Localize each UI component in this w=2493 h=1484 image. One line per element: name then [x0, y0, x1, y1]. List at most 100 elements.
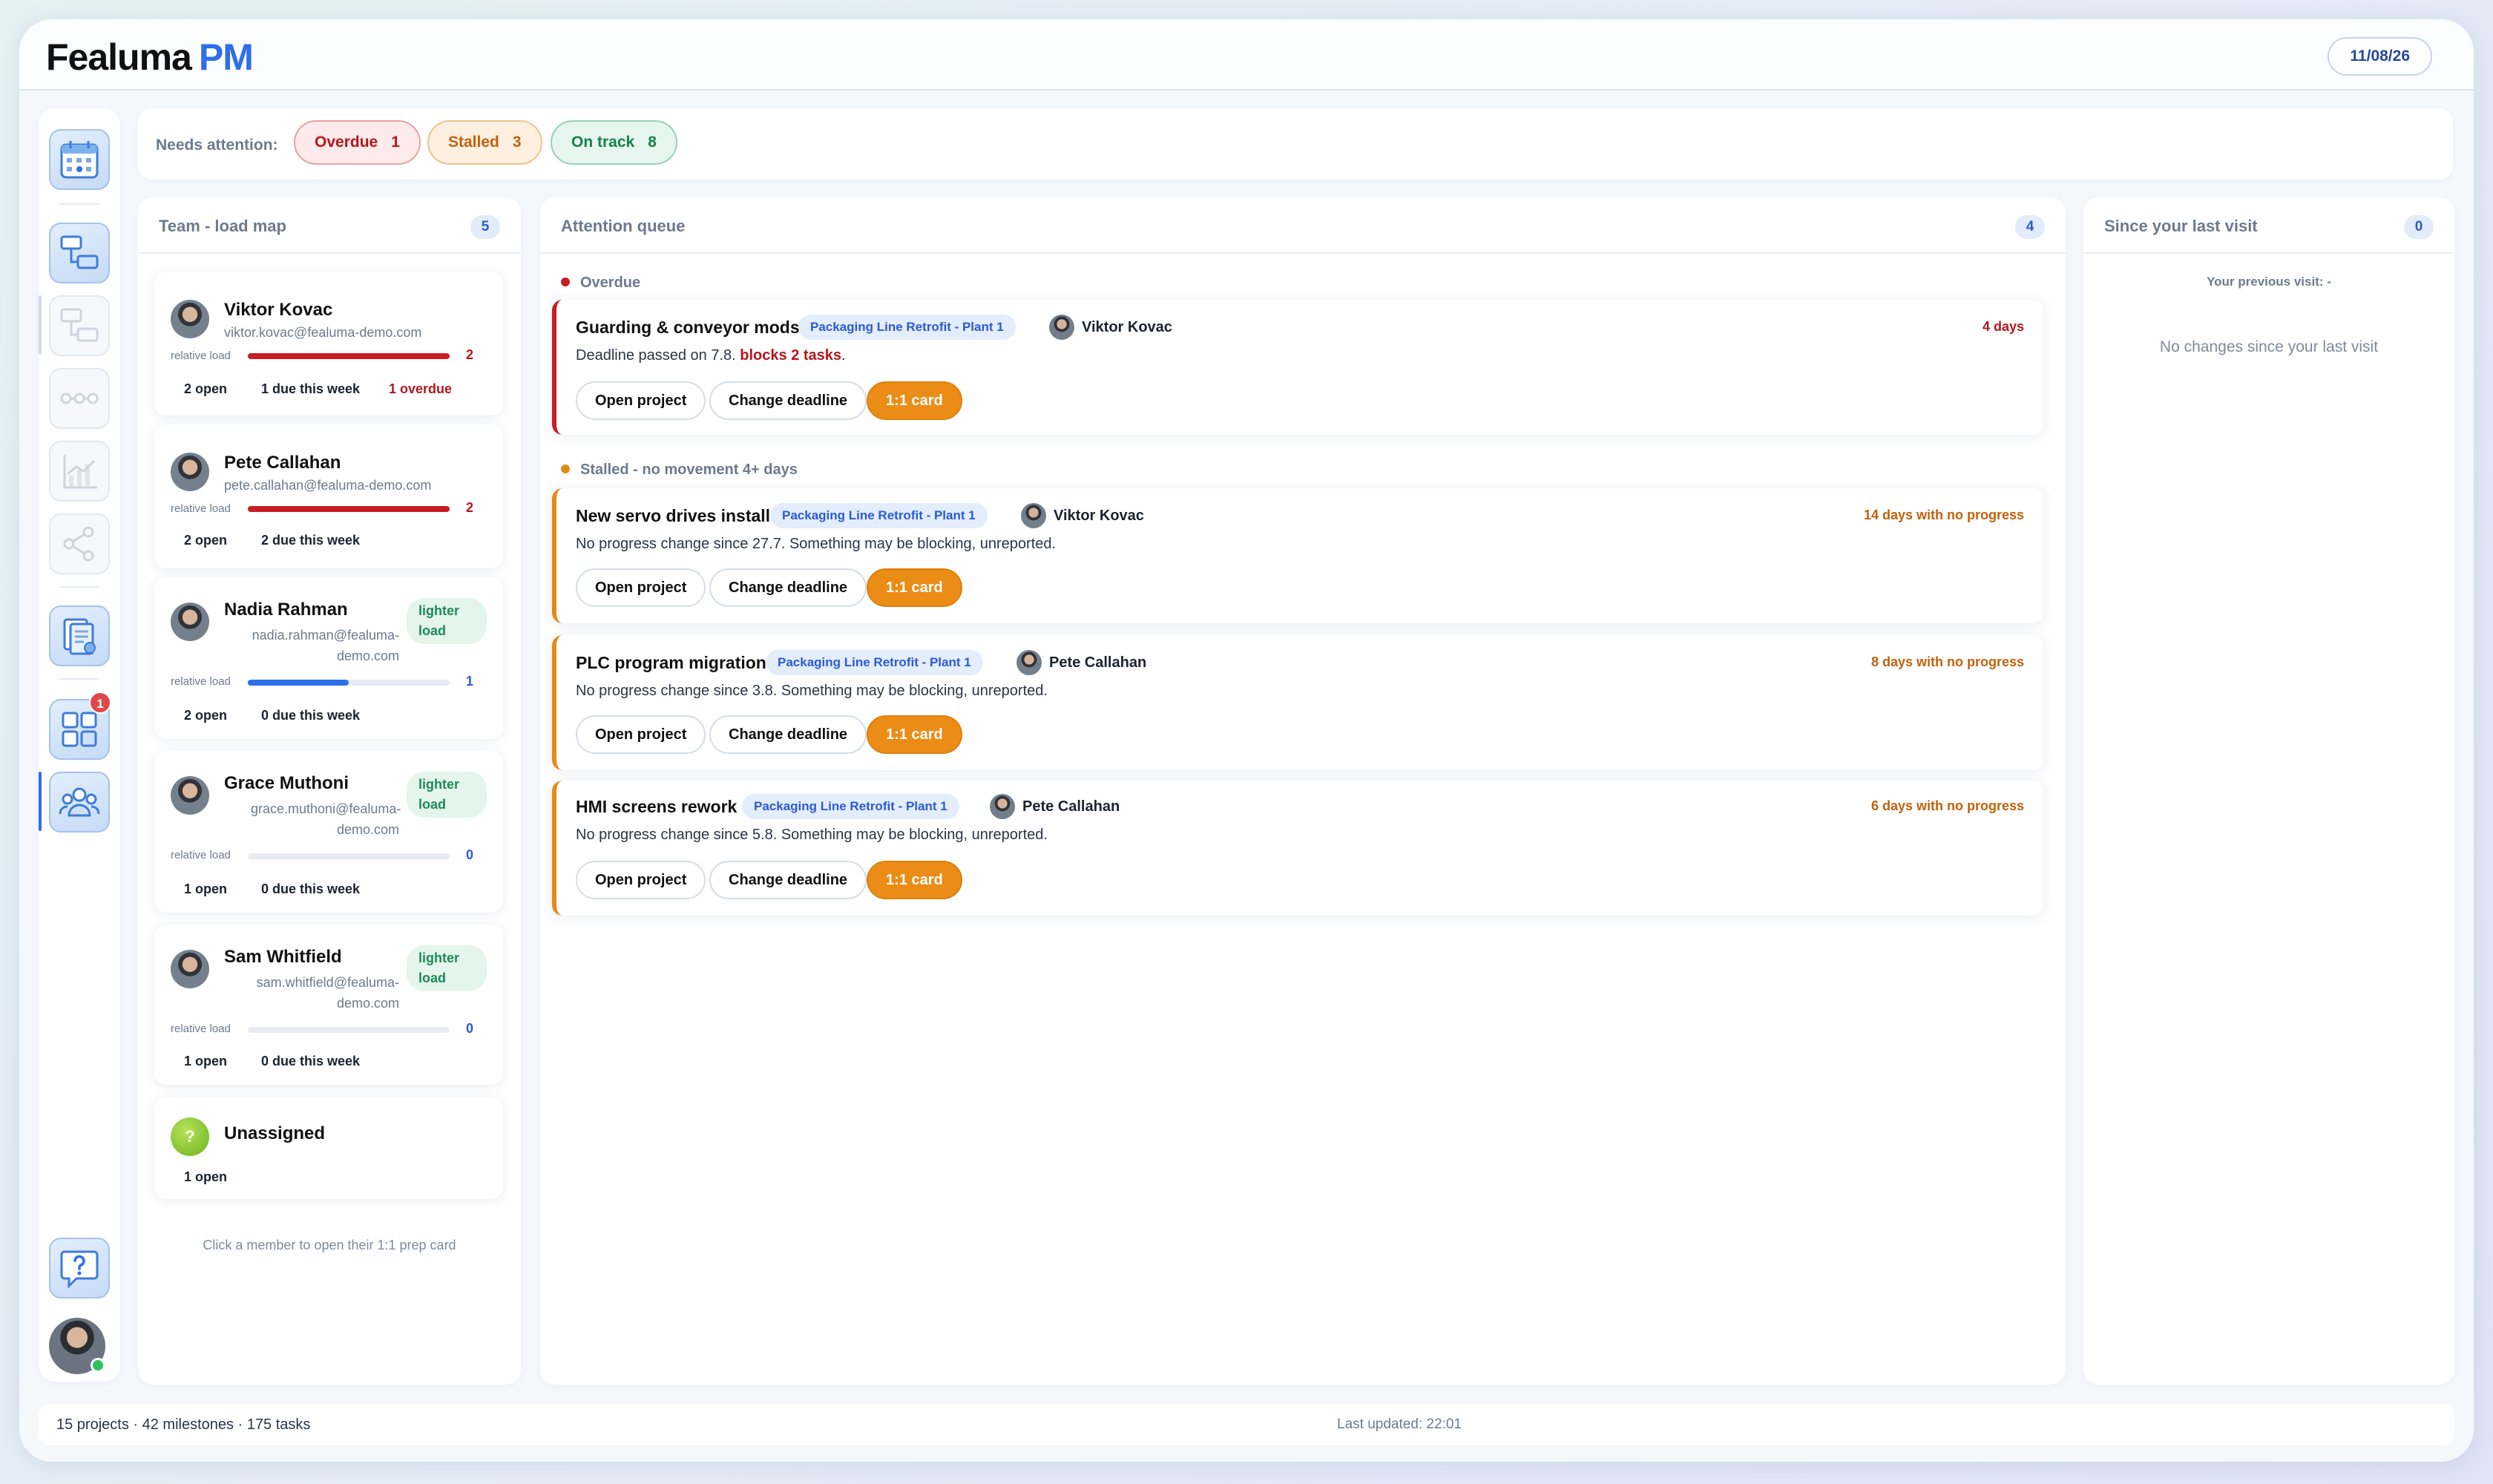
due-count: 0 due this week	[261, 1054, 361, 1068]
task-title: New servo drives install	[576, 506, 771, 525]
project-tag[interactable]: Packaging Line Retrofit - Plant 1	[742, 794, 959, 819]
one-on-one-card-button[interactable]: 1:1 card	[867, 861, 962, 899]
due-count: 2 due this week	[261, 533, 361, 548]
count-badge: 0	[2404, 215, 2434, 239]
member-card[interactable]: Grace Muthoni grace.muthoni@fealuma-demo…	[154, 751, 503, 913]
member-name: Sam Whitfield	[224, 947, 342, 967]
queue-item[interactable]: PLC program migration Packaging Line Ret…	[552, 635, 2043, 770]
panel-title: Since your last visit	[2104, 217, 2258, 235]
calendar-icon[interactable]	[49, 129, 110, 190]
task-title: Guarding & conveyor mods	[576, 318, 800, 337]
due-count: 0 due this week	[261, 708, 361, 723]
overdue-section-header: Overdue	[561, 275, 640, 292]
open-count: 2 open	[184, 381, 228, 396]
open-project-button[interactable]: Open project	[576, 381, 706, 420]
change-deadline-button[interactable]: Change deadline	[709, 568, 867, 607]
avatar	[1016, 650, 1042, 675]
member-email: sam.whitfield@fealuma-demo.com	[256, 975, 399, 1011]
load-value: 2	[465, 500, 473, 515]
load-value: 1	[465, 674, 473, 689]
hierarchy-icon[interactable]	[49, 295, 110, 356]
load-value: 0	[465, 847, 473, 862]
load-bar-fill	[248, 353, 450, 359]
task-title: PLC program migration	[576, 653, 766, 672]
member-name: Pete Callahan	[224, 453, 341, 473]
member-name: Unassigned	[224, 1123, 326, 1143]
on-track-filter-chip[interactable]: On track 8	[551, 120, 677, 165]
team-load-map-panel: Team - load map 5 Viktor Kovac viktor.ko…	[138, 197, 521, 1385]
open-count: 1 open	[184, 1054, 228, 1068]
documents-icon[interactable]	[49, 605, 110, 666]
load-bar-fill	[248, 680, 349, 686]
open-project-button[interactable]: Open project	[576, 715, 706, 754]
task-description: No progress change since 27.7. Something…	[576, 536, 1057, 552]
notification-badge: 1	[89, 692, 111, 714]
load-bar	[248, 506, 450, 512]
status-footer: 15 projects · 42 milestones · 175 tasks …	[39, 1404, 2454, 1445]
member-card[interactable]: Pete Callahan pete.callahan@fealuma-demo…	[154, 424, 503, 568]
previous-visit-text: Your previous visit: -	[2207, 275, 2331, 289]
load-bar	[248, 1027, 450, 1033]
project-tag[interactable]: Packaging Line Retrofit - Plant 1	[766, 650, 983, 675]
timeline-icon[interactable]	[49, 368, 110, 429]
member-email: grace.muthoni@fealuma-demo.com	[251, 801, 401, 837]
load-value: 2	[465, 347, 473, 362]
team-icon[interactable]	[49, 772, 110, 833]
relative-load-label: relative load	[171, 675, 231, 688]
attention-queue-panel: Attention queue 4 Overdue Guarding & con…	[540, 197, 2066, 1385]
assignee-name: Pete Callahan	[1049, 654, 1147, 671]
panel-header: Since your last visit 0	[2083, 197, 2454, 254]
avatar	[1021, 503, 1046, 528]
workspace-stats: 15 projects · 42 milestones · 175 tasks	[56, 1416, 311, 1433]
avatar	[171, 300, 209, 338]
stalled-filter-chip[interactable]: Stalled 3	[427, 120, 542, 165]
chart-icon[interactable]	[49, 441, 110, 502]
open-count: 1 open	[184, 881, 228, 896]
overdue-filter-chip[interactable]: Overdue 1	[294, 120, 421, 165]
open-project-button[interactable]: Open project	[576, 861, 706, 899]
change-deadline-button[interactable]: Change deadline	[709, 715, 867, 754]
empty-state-text: No changes since your last visit	[2159, 338, 2379, 355]
unassigned-card[interactable]: ? Unassigned 1 open	[154, 1097, 503, 1199]
queue-item[interactable]: New servo drives install Packaging Line …	[552, 488, 2043, 623]
relative-load-label: relative load	[171, 502, 231, 515]
change-deadline-button[interactable]: Change deadline	[709, 381, 867, 420]
queue-item[interactable]: HMI screens rework Packaging Line Retrof…	[552, 781, 2043, 916]
queue-item[interactable]: Guarding & conveyor mods Packaging Line …	[552, 300, 2043, 435]
one-on-one-card-button[interactable]: 1:1 card	[867, 568, 962, 607]
member-card[interactable]: Sam Whitfield sam.whitfield@fealuma-demo…	[154, 925, 503, 1085]
assignee-name: Viktor Kovac	[1054, 508, 1144, 524]
avatar	[171, 603, 209, 641]
open-count: 2 open	[184, 533, 228, 548]
avatar	[171, 776, 209, 815]
stalled-section-header: Stalled - no movement 4+ days	[561, 462, 798, 479]
member-name: Grace Muthoni	[224, 773, 349, 793]
stalled-age: 14 days with no progress	[1863, 508, 2024, 522]
one-on-one-card-button[interactable]: 1:1 card	[867, 715, 962, 754]
needs-attention-label: Needs attention:	[156, 137, 278, 154]
member-card[interactable]: Viktor Kovac viktor.kovac@fealuma-demo.c…	[154, 272, 503, 416]
lighter-load-badge: lighter load	[407, 598, 487, 644]
online-status-dot	[91, 1358, 105, 1373]
lighter-load-badge: lighter load	[407, 772, 487, 818]
relative-load-label: relative load	[171, 849, 231, 861]
member-card[interactable]: Nadia Rahman nadia.rahman@fealuma-demo.c…	[154, 577, 503, 739]
one-on-one-card-button[interactable]: 1:1 card	[867, 381, 962, 420]
load-bar	[248, 353, 450, 359]
help-icon[interactable]	[49, 1238, 110, 1298]
panel-title: Attention queue	[561, 217, 686, 235]
project-tag[interactable]: Packaging Line Retrofit - Plant 1	[798, 315, 1016, 340]
project-tag[interactable]: Packaging Line Retrofit - Plant 1	[770, 503, 988, 528]
overdue-count: 1 overdue	[389, 381, 453, 396]
member-name: Viktor Kovac	[224, 300, 333, 320]
avatar	[171, 453, 209, 491]
open-project-button[interactable]: Open project	[576, 568, 706, 607]
avatar	[1049, 315, 1074, 340]
app-logo[interactable]: Fealuma PM	[46, 39, 254, 76]
change-deadline-button[interactable]: Change deadline	[709, 861, 867, 899]
hierarchy-icon[interactable]	[49, 223, 110, 283]
unassigned-avatar: ?	[171, 1117, 209, 1156]
panel-title: Team - load map	[159, 217, 286, 235]
share-icon[interactable]	[49, 513, 110, 574]
needs-attention-bar: Needs attention: Overdue 1 Stalled 3 On tr…	[138, 108, 2453, 180]
